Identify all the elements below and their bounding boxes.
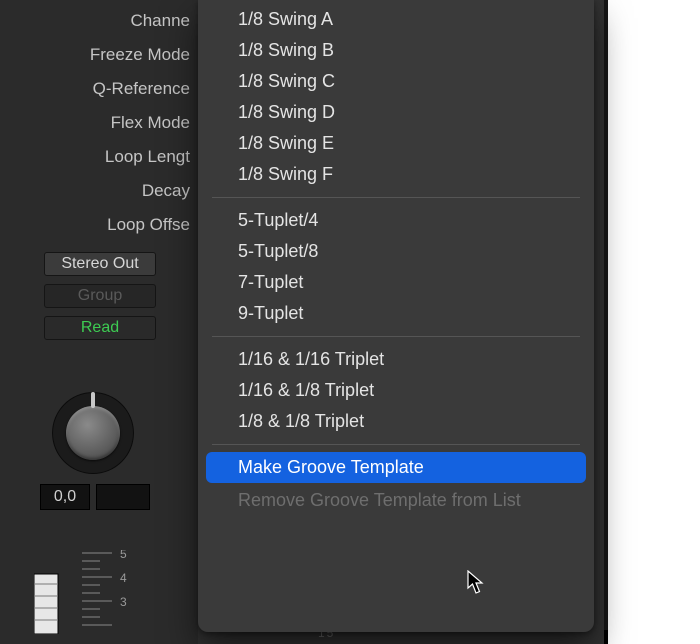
menu-item-8-8-triplet[interactable]: 1/8 & 1/8 Triplet <box>198 406 594 437</box>
pan-knob[interactable] <box>52 392 134 474</box>
quantize-menu[interactable]: 1/8 Swing A 1/8 Swing B 1/8 Swing C 1/8 … <box>198 0 594 632</box>
pan-readout: 0,0 <box>40 484 170 510</box>
param-flex-mode[interactable]: Flex Mode <box>0 106 198 140</box>
menu-item-remove-groove-template: Remove Groove Template from List <box>198 485 594 516</box>
pan-knob-cap <box>66 406 120 460</box>
group-button[interactable]: Group <box>44 284 156 308</box>
menu-item-swing-d[interactable]: 1/8 Swing D <box>198 97 594 128</box>
menu-item-16-16-triplet[interactable]: 1/16 & 1/16 Triplet <box>198 344 594 375</box>
param-freeze-mode[interactable]: Freeze Mode <box>0 38 198 72</box>
menu-separator <box>212 336 580 337</box>
menu-item-9tuplet[interactable]: 9-Tuplet <box>198 298 594 329</box>
menu-separator <box>212 197 580 198</box>
menu-item-5tuplet8[interactable]: 5-Tuplet/8 <box>198 236 594 267</box>
menu-item-make-groove-template[interactable]: Make Groove Template <box>206 452 586 483</box>
window-right-border <box>604 0 608 644</box>
param-q-reference[interactable]: Q-Reference <box>0 72 198 106</box>
pan-knob-indicator-icon <box>91 392 95 408</box>
param-channel[interactable]: Channe <box>0 4 198 38</box>
param-loop-offset[interactable]: Loop Offse <box>0 208 198 242</box>
pan-value-field-right[interactable] <box>96 484 150 510</box>
automation-read-button[interactable]: Read <box>44 316 156 340</box>
scale-tick-label: 4 <box>120 571 127 585</box>
fader-scale: 5 4 3 <box>34 550 154 634</box>
pan-area: 0,0 <box>40 392 170 510</box>
inspector-buttons: Stereo Out Group Read <box>0 242 198 340</box>
param-decay[interactable]: Decay <box>0 174 198 208</box>
scale-tick-label: 3 <box>120 595 127 609</box>
menu-item-swing-f[interactable]: 1/8 Swing F <box>198 159 594 190</box>
menu-item-swing-c[interactable]: 1/8 Swing C <box>198 66 594 97</box>
stereo-out-button[interactable]: Stereo Out <box>44 252 156 276</box>
scale-tick-label: 5 <box>120 550 127 561</box>
fader-scale-icon: 5 4 3 <box>34 550 154 634</box>
menu-item-swing-a[interactable]: 1/8 Swing A <box>198 4 594 35</box>
pan-value-field[interactable]: 0,0 <box>40 484 90 510</box>
param-loop-length[interactable]: Loop Lengt <box>0 140 198 174</box>
page-background <box>608 0 700 644</box>
menu-item-swing-b[interactable]: 1/8 Swing B <box>198 35 594 66</box>
menu-item-swing-e[interactable]: 1/8 Swing E <box>198 128 594 159</box>
menu-item-5tuplet4[interactable]: 5-Tuplet/4 <box>198 205 594 236</box>
app-root: 15 Channe Freeze Mode Q-Reference Flex M… <box>0 0 700 644</box>
menu-item-16-8-triplet[interactable]: 1/16 & 1/8 Triplet <box>198 375 594 406</box>
parameter-labels: Channe Freeze Mode Q-Reference Flex Mode… <box>0 0 198 242</box>
menu-separator <box>212 444 580 445</box>
menu-item-7tuplet[interactable]: 7-Tuplet <box>198 267 594 298</box>
track-inspector: Channe Freeze Mode Q-Reference Flex Mode… <box>0 0 198 644</box>
